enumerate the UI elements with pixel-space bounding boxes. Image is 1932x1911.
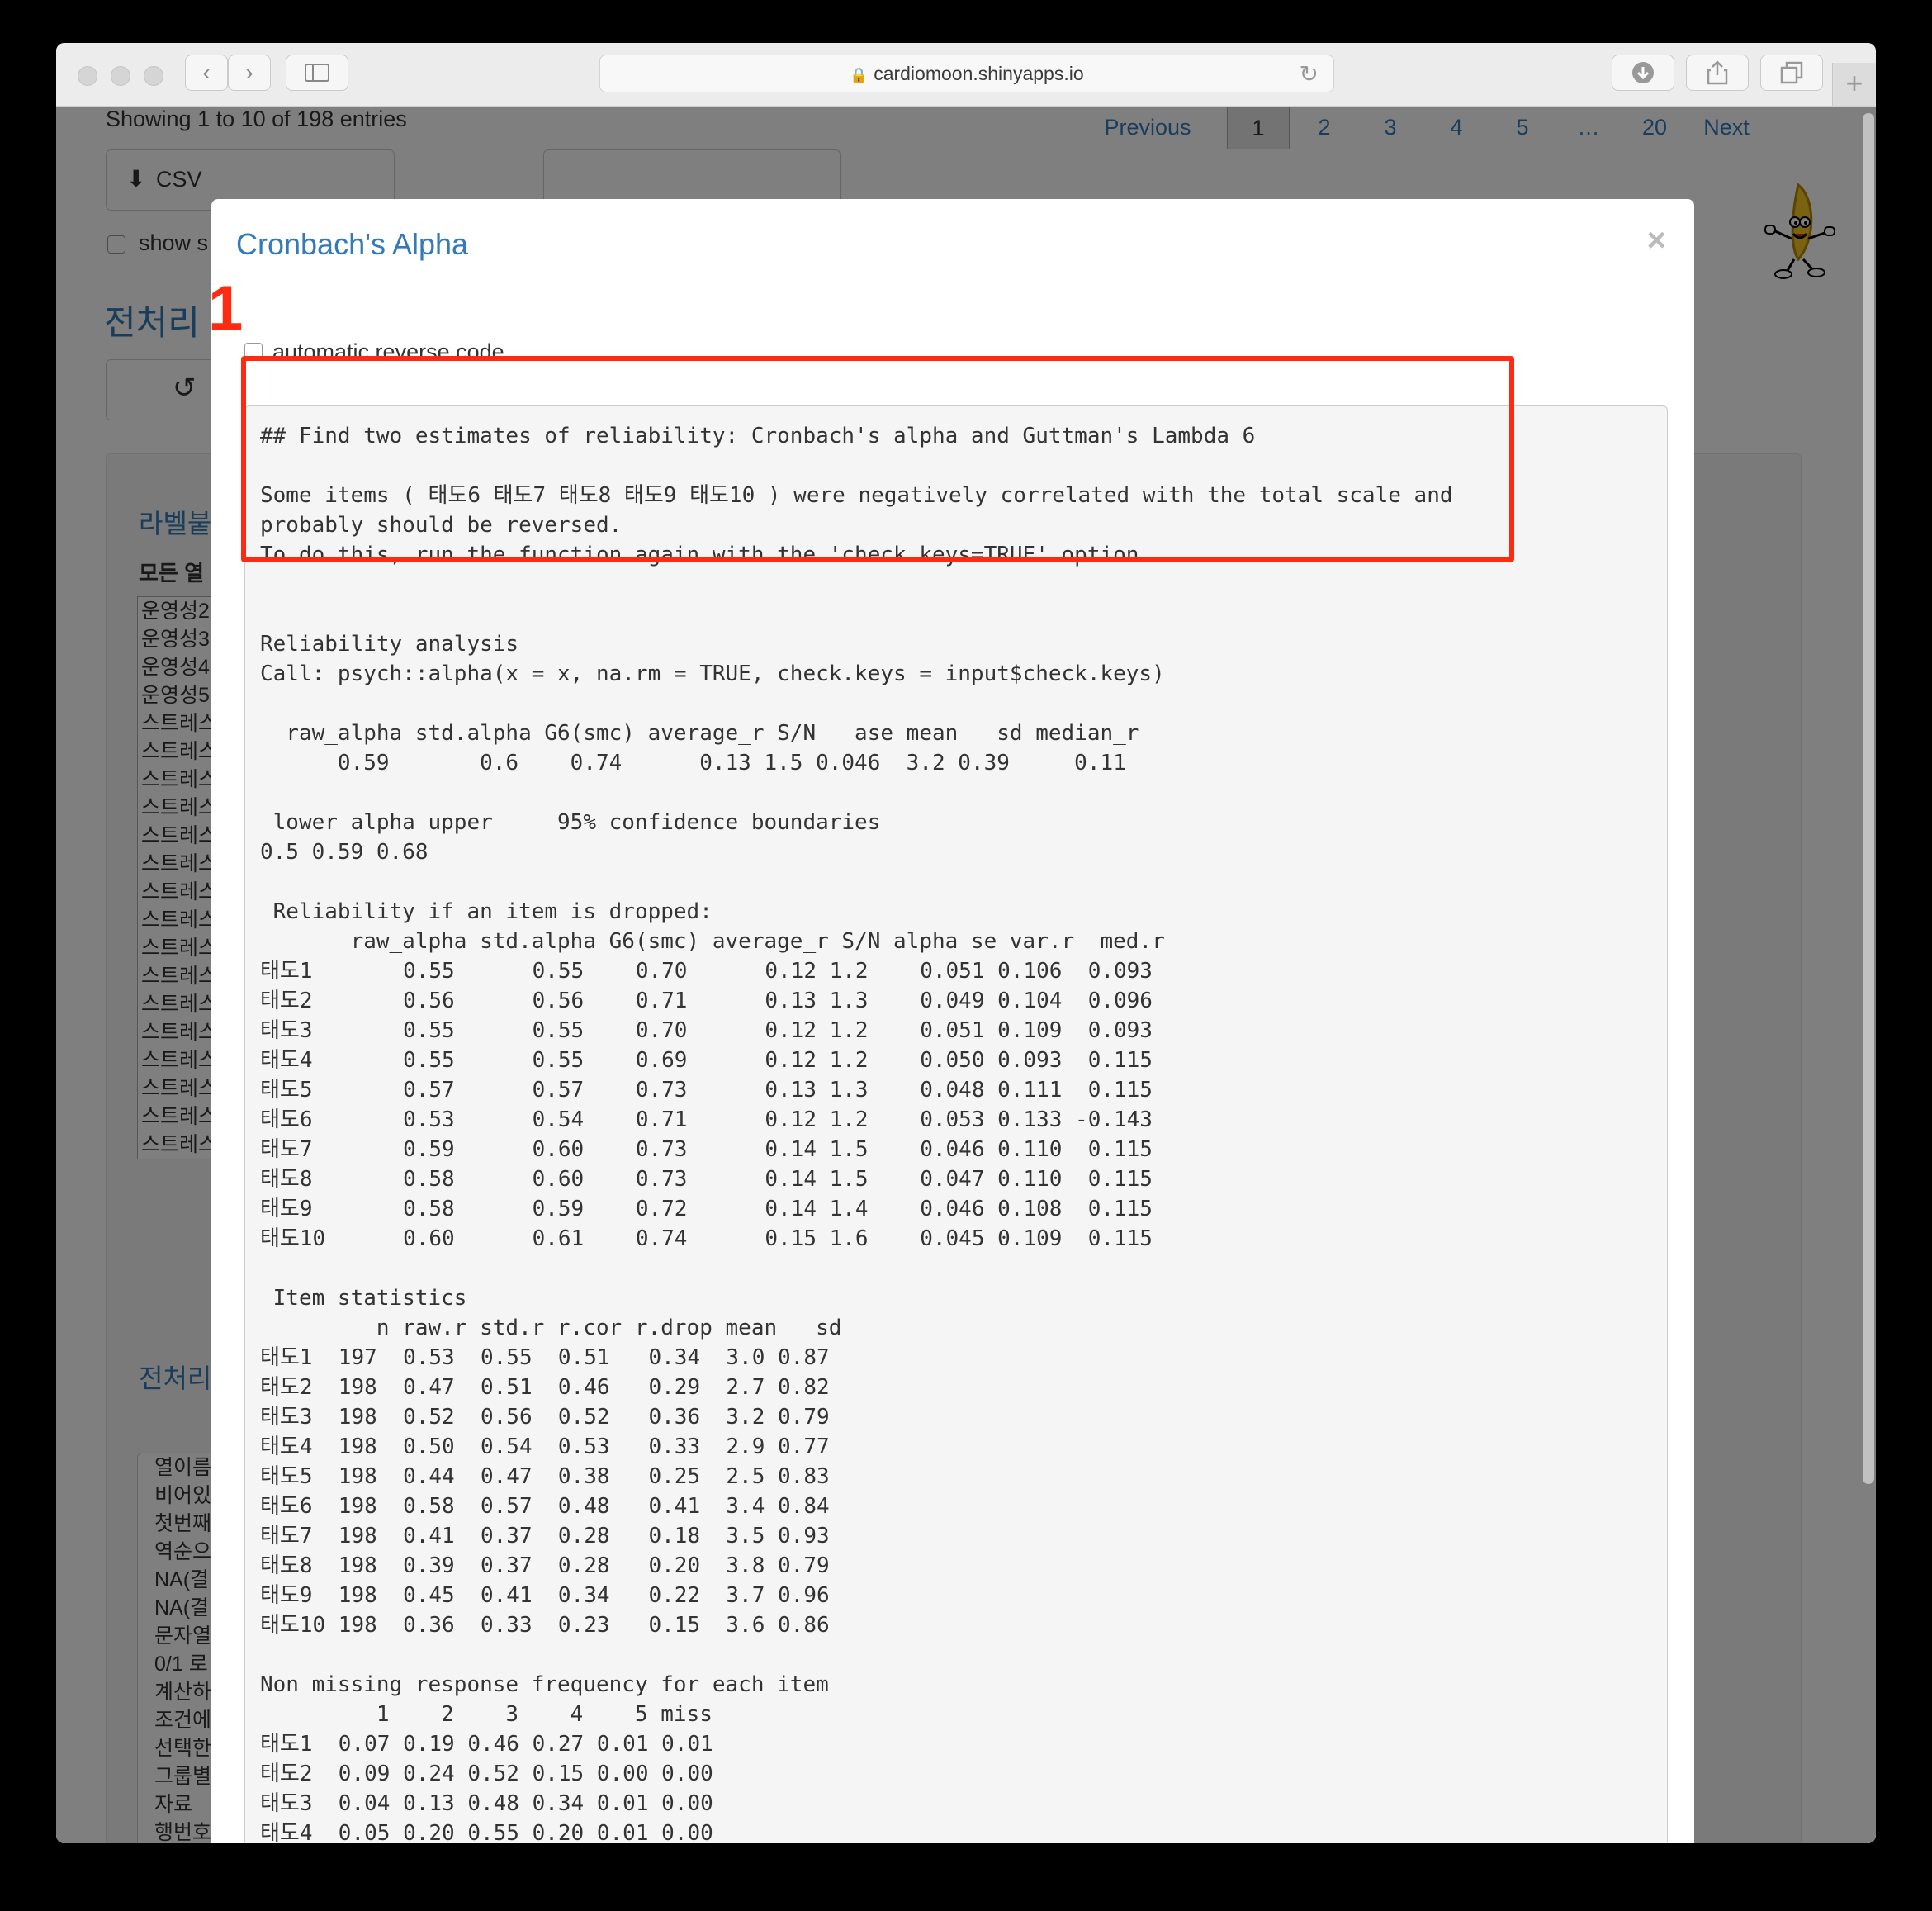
address-bar[interactable]: 🔒 cardiomoon.shinyapps.io ↻ <box>599 55 1334 92</box>
output-line: 태도10 198 0.36 0.33 0.23 0.15 3.6 0.86 <box>260 1613 830 1638</box>
output-line: 태도1 0.07 0.19 0.46 0.27 0.01 0.01 <box>260 1732 713 1757</box>
modal-header: Cronbach's Alpha × <box>211 199 1694 292</box>
output-line: 태도6 0.53 0.54 0.71 0.12 1.2 0.053 0.133 … <box>260 1107 1153 1132</box>
output-line: 0.59 0.6 0.74 0.13 1.5 0.046 3.2 0.39 0.… <box>337 751 1126 775</box>
output-line: 1 2 3 4 5 miss <box>376 1702 713 1727</box>
output-line: 태도2 0.09 0.24 0.52 0.15 0.00 0.00 <box>260 1762 713 1786</box>
output-line: 태도8 0.58 0.60 0.73 0.14 1.5 0.047 0.110 … <box>260 1167 1153 1192</box>
output-line: 태도2 198 0.47 0.51 0.46 0.29 2.7 0.82 <box>260 1375 830 1400</box>
output-line: Call: psych::alpha(x = x, na.rm = TRUE, … <box>260 662 1165 686</box>
output-line: Non missing response frequency for each … <box>260 1672 829 1697</box>
alpha-output-text: ## Find two estimates of reliability: Cr… <box>260 421 1652 1843</box>
reload-icon[interactable]: ↻ <box>1300 60 1319 88</box>
back-icon: ‹ <box>202 59 211 85</box>
alpha-output: ## Find two estimates of reliability: Cr… <box>244 405 1668 1843</box>
output-line: 태도8 198 0.39 0.37 0.28 0.20 3.8 0.79 <box>260 1553 830 1578</box>
output-line: raw_alpha std.alpha G6(smc) average_r S/… <box>286 721 1139 746</box>
output-line: 태도9 0.58 0.59 0.72 0.14 1.4 0.046 0.108 … <box>260 1197 1153 1221</box>
output-line: 태도6 198 0.58 0.57 0.48 0.41 3.4 0.84 <box>260 1494 830 1519</box>
output-line: Reliability analysis <box>260 632 519 657</box>
output-line: 태도3 198 0.52 0.56 0.52 0.36 3.2 0.79 <box>260 1405 830 1430</box>
back-button[interactable]: ‹ <box>185 55 228 91</box>
output-line: 태도7 0.59 0.60 0.73 0.14 1.5 0.046 0.110 … <box>260 1137 1153 1162</box>
output-line: 태도3 0.04 0.13 0.48 0.34 0.01 0.00 <box>260 1791 713 1816</box>
output-line: 태도1 0.55 0.55 0.70 0.12 1.2 0.051 0.106 … <box>260 959 1153 984</box>
zoom-window-button[interactable] <box>144 66 163 86</box>
forward-button[interactable]: › <box>228 55 271 91</box>
output-line: raw_alpha std.alpha G6(smc) average_r S/… <box>350 929 1165 954</box>
download-icon <box>1632 62 1654 83</box>
sidebar-toggle-button[interactable] <box>286 55 348 91</box>
output-line: 태도1 197 0.53 0.55 0.51 0.34 3.0 0.87 <box>260 1345 830 1370</box>
output-line: Item statistics <box>272 1286 467 1311</box>
browser-toolbar: ‹ › 🔒 cardiomoon.shinyapps.io ↻ + <box>56 43 1876 107</box>
sidebar-icon <box>305 64 329 82</box>
output-line: 태도7 198 0.41 0.37 0.28 0.18 3.5 0.93 <box>260 1524 830 1548</box>
callout-number: 1 <box>208 273 244 344</box>
modal-title: Cronbach's Alpha <box>236 227 469 261</box>
tabs-overview-button[interactable] <box>1760 55 1823 91</box>
output-line: 태도10 0.60 0.61 0.74 0.15 1.6 0.045 0.109… <box>260 1226 1153 1251</box>
output-line: Reliability if an item is dropped: <box>272 899 713 924</box>
output-line: 태도4 0.05 0.20 0.55 0.20 0.01 0.00 <box>260 1821 713 1843</box>
output-line: 태도2 0.56 0.56 0.71 0.13 1.3 0.049 0.104 … <box>260 989 1153 1013</box>
output-line: 태도4 198 0.50 0.54 0.53 0.33 2.9 0.77 <box>260 1434 830 1459</box>
output-line: 태도5 0.57 0.57 0.73 0.13 1.3 0.048 0.111 … <box>260 1078 1153 1102</box>
browser-window: ‹ › 🔒 cardiomoon.shinyapps.io ↻ + Showin… <box>56 43 1876 1843</box>
download-button[interactable] <box>1612 55 1674 91</box>
share-icon <box>1707 60 1728 85</box>
lock-icon: 🔒 <box>850 67 869 83</box>
output-line: 0.5 0.59 0.68 <box>260 840 429 865</box>
url-text: cardiomoon.shinyapps.io <box>874 63 1084 84</box>
close-icon[interactable]: × <box>1647 222 1666 259</box>
minimize-window-button[interactable] <box>111 66 130 86</box>
share-button[interactable] <box>1686 55 1749 91</box>
output-line: lower alpha upper 95% confidence boundar… <box>272 810 881 835</box>
page-scrollbar[interactable] <box>1863 113 1874 1484</box>
output-line: 태도4 0.55 0.55 0.69 0.12 1.2 0.050 0.093 … <box>260 1048 1153 1073</box>
output-line: 태도9 198 0.45 0.41 0.34 0.22 3.7 0.96 <box>260 1583 830 1608</box>
output-line: n raw.r std.r r.cor r.drop mean sd <box>376 1316 842 1340</box>
close-window-button[interactable] <box>78 66 97 86</box>
tabs-icon <box>1780 61 1803 84</box>
highlight-box <box>241 356 1514 562</box>
new-tab-button[interactable]: + <box>1832 63 1876 106</box>
forward-icon: › <box>245 59 253 85</box>
output-line: 태도5 198 0.44 0.47 0.38 0.25 2.5 0.83 <box>260 1464 830 1489</box>
output-line: 태도3 0.55 0.55 0.70 0.12 1.2 0.051 0.109 … <box>260 1018 1153 1043</box>
